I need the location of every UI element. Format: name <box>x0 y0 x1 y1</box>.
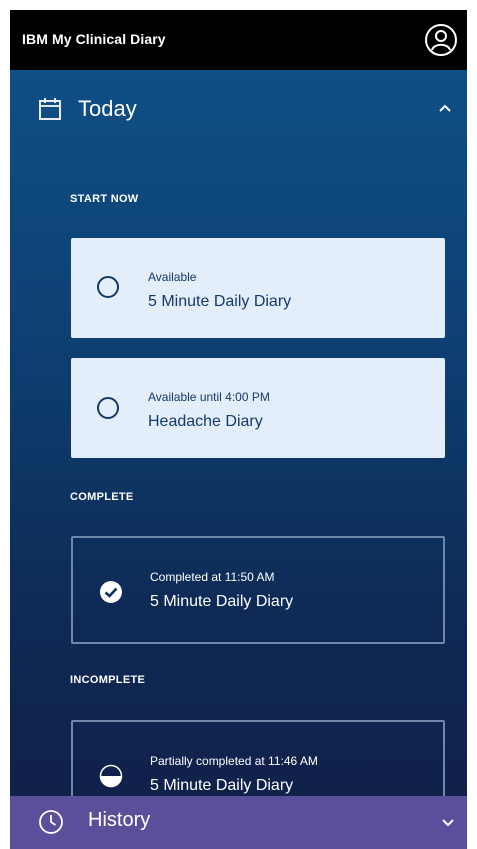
half-circle-icon <box>99 764 123 788</box>
card-status: Available until 4:00 PM <box>148 390 270 404</box>
section-label-complete: COMPLETE <box>70 491 134 503</box>
card-status: Completed at 11:50 AM <box>150 570 275 584</box>
calendar-icon <box>39 98 61 120</box>
app-bar: IBM My Clinical Diary <box>10 10 467 70</box>
main-content: Today START NOW Available 5 Minute Daily… <box>10 70 467 796</box>
card-title: 5 Minute Daily Diary <box>148 293 292 310</box>
phone-screen: IBM My Clinical Diary Today START NOW Av… <box>10 10 467 849</box>
diary-card-available[interactable]: Available until 4:00 PM Headache Diary <box>71 358 445 458</box>
today-accordion-header[interactable]: Today <box>10 70 467 150</box>
card-status: Partially completed at 11:46 AM <box>150 754 318 768</box>
clock-icon <box>39 810 63 834</box>
empty-circle-icon <box>97 397 119 419</box>
card-status: Available <box>148 270 197 284</box>
section-label-start-now: START NOW <box>70 193 139 205</box>
today-label: Today <box>78 96 137 121</box>
history-accordion-header[interactable]: History <box>10 796 467 849</box>
checkmark-circle-icon <box>100 581 122 603</box>
chevron-down-icon <box>442 819 454 827</box>
diary-card-incomplete[interactable]: Partially completed at 11:46 AM 5 Minute… <box>71 720 445 796</box>
card-title: Headache Diary <box>148 413 263 430</box>
diary-card-completed[interactable]: Completed at 11:50 AM 5 Minute Daily Dia… <box>71 536 445 644</box>
app-title: IBM My Clinical Diary <box>22 31 166 47</box>
card-title: 5 Minute Daily Diary <box>150 593 294 610</box>
history-label: History <box>88 809 151 831</box>
card-title: 5 Minute Daily Diary <box>150 777 294 794</box>
user-profile-icon[interactable] <box>423 22 459 58</box>
section-label-incomplete: INCOMPLETE <box>70 674 146 686</box>
empty-circle-icon <box>97 276 119 298</box>
diary-card-available[interactable]: Available 5 Minute Daily Diary <box>71 238 445 338</box>
chevron-up-icon <box>439 104 451 112</box>
